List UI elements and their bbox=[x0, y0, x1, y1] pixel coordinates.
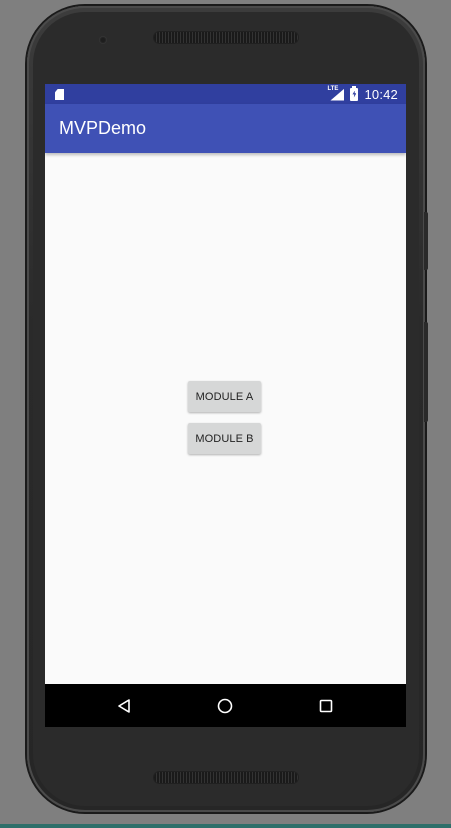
navigation-bar bbox=[45, 684, 406, 727]
device-screen: LTE 10:42 MVPDemo MODULE A MODULE B bbox=[45, 84, 406, 727]
battery-charging-icon bbox=[350, 85, 359, 101]
bottom-speaker-grille bbox=[154, 772, 298, 783]
status-indicators: LTE 10:42 bbox=[327, 84, 398, 104]
back-button[interactable] bbox=[99, 684, 149, 727]
status-clock: 10:42 bbox=[364, 86, 398, 102]
power-key[interactable] bbox=[424, 322, 428, 422]
top-speaker-grille bbox=[154, 32, 298, 43]
module-a-button[interactable]: MODULE A bbox=[188, 381, 261, 412]
back-triangle-icon bbox=[118, 698, 130, 713]
volume-key[interactable] bbox=[424, 212, 428, 270]
app-toolbar: MVPDemo bbox=[45, 104, 406, 153]
app-title: MVPDemo bbox=[59, 118, 147, 138]
window-bottom-edge bbox=[0, 824, 451, 828]
status-bar: LTE 10:42 bbox=[45, 84, 406, 104]
front-camera bbox=[99, 36, 107, 44]
home-button[interactable] bbox=[200, 684, 250, 727]
lte-signal-icon: LTE bbox=[327, 85, 345, 101]
recents-button[interactable] bbox=[301, 684, 351, 727]
recents-square-icon bbox=[319, 699, 333, 712]
module-b-button[interactable]: MODULE B bbox=[188, 423, 261, 454]
emulator-page: LTE 10:42 MVPDemo MODULE A MODULE B bbox=[0, 0, 451, 828]
network-type-label: LTE bbox=[327, 85, 339, 92]
home-circle-icon bbox=[217, 698, 233, 713]
sd-card-icon bbox=[55, 89, 64, 100]
